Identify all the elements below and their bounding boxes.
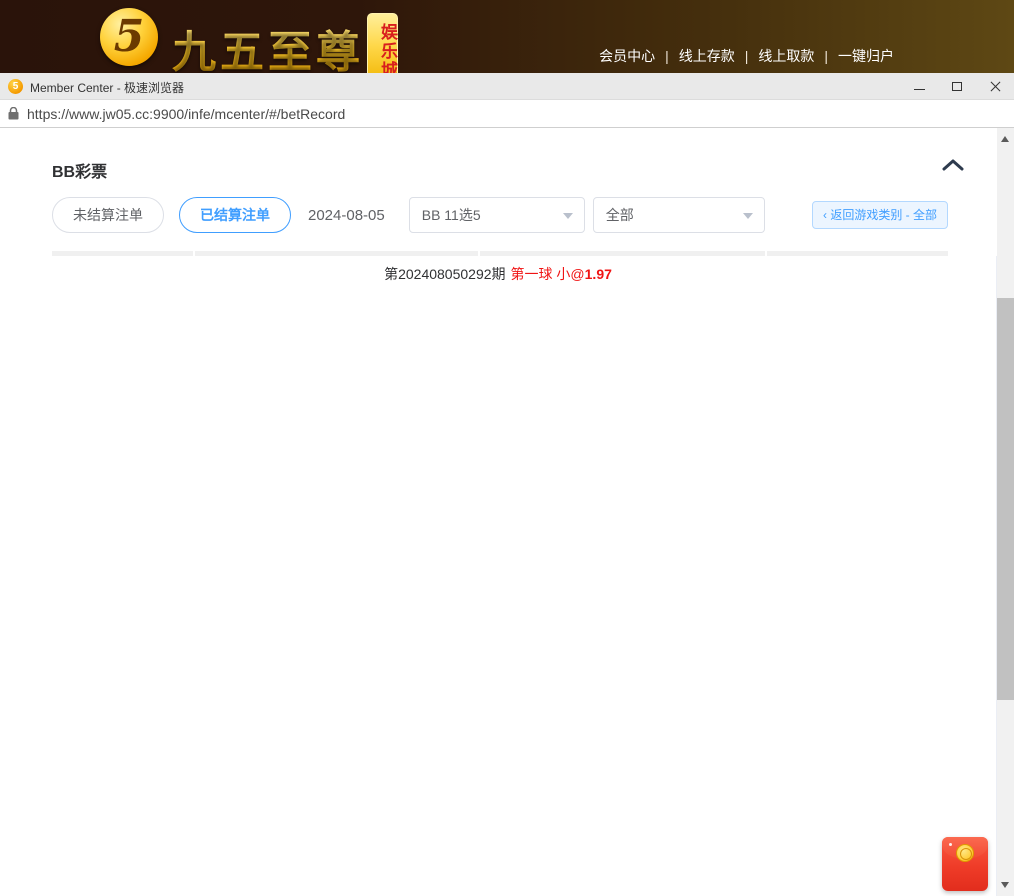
- lock-icon: [8, 107, 19, 120]
- scrollbar[interactable]: [997, 128, 1014, 896]
- nav-separator: |: [665, 48, 669, 64]
- nav-member-center[interactable]: 会员中心: [599, 48, 655, 64]
- maximize-icon: [952, 82, 962, 91]
- scroll-up-arrow-icon[interactable]: [1001, 136, 1009, 142]
- minimize-icon: [914, 89, 925, 90]
- odds-text: 1.97: [585, 266, 612, 282]
- browser-titlebar: 5 Member Center - 极速浏览器: [0, 73, 1014, 100]
- scrollbar-thumb[interactable]: [997, 298, 1014, 700]
- close-button[interactable]: [976, 73, 1014, 100]
- scope-select[interactable]: 全部: [593, 197, 765, 233]
- nav-separator: |: [745, 48, 749, 64]
- address-bar[interactable]: https://www.jw05.cc:9900/infe/mcenter/#/…: [0, 100, 1014, 128]
- browser-favicon-icon: 5: [8, 79, 23, 94]
- nav-online-deposit[interactable]: 线上存款: [679, 48, 735, 64]
- url-text: https://www.jw05.cc:9900/infe/mcenter/#/…: [27, 106, 345, 122]
- sparkle-icon: [949, 843, 952, 846]
- site-logo-icon: 5: [100, 8, 158, 66]
- game-select[interactable]: BB 11选5: [409, 197, 585, 233]
- window-title: Member Center - 极速浏览器: [30, 79, 184, 96]
- gold-coin-icon: [956, 844, 974, 862]
- collapse-chevron-icon[interactable]: [942, 158, 966, 178]
- table-body: 2024-08-05 04:35:20 101365452118 BB 11选5…: [52, 375, 948, 896]
- filter-bar: 未结算注单 已结算注单 2024-08-05 BB 11选5 全部 ‹ 返回游戏…: [52, 197, 948, 233]
- banner-nav: 会员中心 | 线上存款 | 线上取款 | 一键归户: [599, 46, 894, 66]
- settled-bets-button[interactable]: 已结算注单: [179, 197, 291, 233]
- game-select-value: BB 11选5: [422, 207, 481, 223]
- window-controls: [900, 73, 1014, 100]
- period-text: 第202408050292期: [384, 266, 505, 282]
- chevron-down-icon: [563, 213, 573, 219]
- section-title: BB彩票: [52, 164, 107, 181]
- pick-text: 第一球 小@: [511, 266, 585, 282]
- scope-select-value: 全部: [606, 207, 634, 223]
- close-icon: [990, 81, 1001, 92]
- nav-one-key-transfer[interactable]: 一键归户: [838, 48, 894, 64]
- chevron-down-icon: [743, 213, 753, 219]
- maximize-button[interactable]: [938, 73, 976, 100]
- date-filter[interactable]: 2024-08-05: [308, 207, 385, 224]
- nav-separator: |: [824, 48, 828, 64]
- unsettled-bets-button[interactable]: 未结算注单: [52, 197, 164, 233]
- minimize-button[interactable]: [900, 73, 938, 100]
- site-logo-badge: 娱乐城: [367, 13, 398, 73]
- cell-content: 第202408050292期第一球 小@1.97: [0, 256, 997, 896]
- table-row: 2024-08-05 04:50:19 101365476668 BB 11选5…: [52, 869, 948, 896]
- nav-online-withdraw[interactable]: 线上取款: [758, 48, 814, 64]
- site-logo-text: 九五至尊: [172, 16, 364, 73]
- back-to-category-button[interactable]: ‹ 返回游戏类别 - 全部: [812, 201, 948, 229]
- scroll-down-arrow-icon[interactable]: [1001, 882, 1009, 888]
- page-content: BB彩票 未结算注单 已结算注单 2024-08-05 BB 11选5 全部 ‹…: [0, 128, 997, 896]
- bet-record-table: 下注时间 注单编号 游戏类别 玩法 内容 投注金额 有效投注 派彩 2024-0…: [52, 337, 948, 896]
- red-envelope-button[interactable]: [942, 837, 988, 891]
- site-banner: 5 九五至尊 娱乐城 会员中心 | 线上存款 | 线上取款 | 一键归户: [0, 0, 1014, 73]
